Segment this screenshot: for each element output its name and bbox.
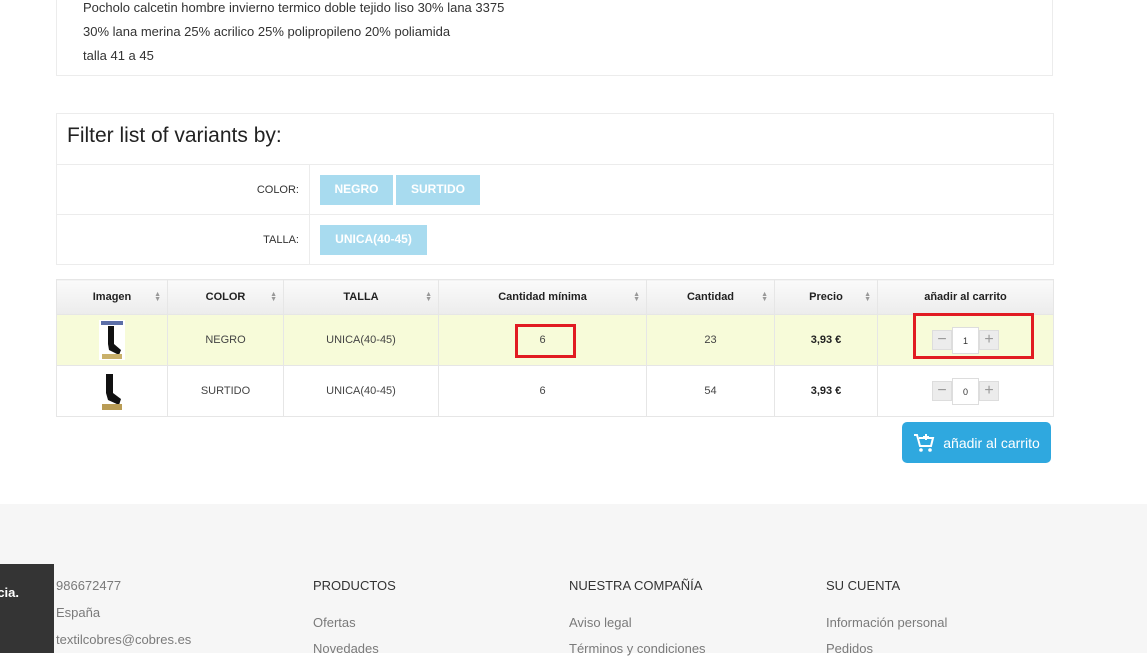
filter-talla-unica[interactable]: UNICA(40-45) xyxy=(320,225,427,255)
sock-thumbnail-image[interactable] xyxy=(99,371,125,411)
sort-icon[interactable]: ▲ ▼ xyxy=(425,291,432,303)
variant-precio: 3,93 € xyxy=(774,365,878,417)
sort-icon[interactable]: ▲ ▼ xyxy=(154,291,161,303)
sort-icon[interactable]: ▲ ▼ xyxy=(270,291,277,303)
increase-qty-button[interactable]: + xyxy=(979,381,999,401)
sort-icon[interactable]: ▲ ▼ xyxy=(633,291,640,303)
variant-cantidad-minima: 6 xyxy=(438,365,647,417)
cookie-text: cia. xyxy=(0,585,19,600)
variant-cantidad: 54 xyxy=(646,365,775,417)
sock-thumbnail-image[interactable] xyxy=(99,320,125,360)
contact-phone: 986672477 xyxy=(56,578,122,593)
footer-link-pedidos[interactable]: Pedidos xyxy=(826,641,873,656)
footer-heading: NUESTRA COMPAÑÍA xyxy=(569,578,703,593)
variant-filter: Filter list of variants by: COLOR: NEGRO… xyxy=(56,113,1054,265)
contact-email[interactable]: textilcobres@cobres.es xyxy=(56,632,191,647)
filter-color-negro[interactable]: NEGRO xyxy=(320,175,393,205)
footer-heading: PRODUCTOS xyxy=(313,578,396,593)
footer-link-ofertas[interactable]: Ofertas xyxy=(313,615,356,630)
cookie-banner: cia. xyxy=(0,564,54,653)
filter-row-talla: TALLA: UNICA(40-45) xyxy=(57,214,1053,265)
variant-image-cell xyxy=(56,314,168,366)
variant-cantidad: 23 xyxy=(646,314,775,366)
variant-talla: UNICA(40-45) xyxy=(283,314,439,366)
footer-link-informacion-personal[interactable]: Información personal xyxy=(826,615,947,630)
add-to-cart-label: añadir al carrito xyxy=(943,434,1040,451)
filter-row-color: COLOR: NEGRO SURTIDO xyxy=(57,164,1053,215)
sort-icon[interactable]: ▲ ▼ xyxy=(761,291,768,303)
filter-color-surtido[interactable]: SURTIDO xyxy=(396,175,480,205)
variant-talla: UNICA(40-45) xyxy=(283,365,439,417)
variant-qty-cell: − 0 + xyxy=(877,365,1054,417)
footer-link-novedades[interactable]: Novedades xyxy=(313,641,379,656)
filter-label-talla: TALLA: xyxy=(57,215,310,265)
footer: 986672477 España textilcobres@cobres.es … xyxy=(0,504,1147,656)
column-header-precio[interactable]: Precio ▲ ▼ xyxy=(774,279,878,315)
column-header-cantidad[interactable]: Cantidad ▲ ▼ xyxy=(646,279,775,315)
variant-color: SURTIDO xyxy=(167,365,284,417)
table-header-row: Imagen ▲ ▼ COLOR ▲ ▼ TALLA ▲ ▼ Cantidad mínima… xyxy=(56,279,1054,315)
column-header-talla[interactable]: TALLA ▲ ▼ xyxy=(283,279,439,315)
column-header-imagen[interactable]: Imagen ▲ ▼ xyxy=(56,279,168,315)
contact-country: España xyxy=(56,605,101,620)
product-description: Pocholo calcetin hombre invierno termico… xyxy=(56,0,1053,76)
column-header-color[interactable]: COLOR ▲ ▼ xyxy=(167,279,284,315)
sort-icon[interactable]: ▲ ▼ xyxy=(864,291,871,303)
variant-image-cell xyxy=(56,365,168,417)
cart-plus-icon xyxy=(914,433,935,452)
description-line: 30% lana merina 25% acrilico 25% polipro… xyxy=(83,24,451,39)
table-row: SURTIDO UNICA(40-45) 6 54 3,93 € − 0 + xyxy=(56,365,1054,417)
variant-color: NEGRO xyxy=(167,314,284,366)
filter-label-color: COLOR: xyxy=(57,165,310,215)
annotation-highlight-box xyxy=(515,324,576,358)
column-header-add-to-cart: añadir al carrito xyxy=(877,279,1054,315)
quantity-stepper: − 0 + xyxy=(932,377,999,405)
footer-link-terminos[interactable]: Términos y condiciones xyxy=(569,641,706,656)
column-header-cantidad-minima[interactable]: Cantidad mínima ▲ ▼ xyxy=(438,279,647,315)
decrease-qty-button[interactable]: − xyxy=(932,381,952,401)
quantity-input[interactable]: 0 xyxy=(952,377,979,405)
filter-title: Filter list of variants by: xyxy=(67,124,282,147)
footer-heading: SU CUENTA xyxy=(826,578,901,593)
description-line: talla 41 a 45 xyxy=(83,48,154,63)
variant-precio: 3,93 € xyxy=(774,314,878,366)
footer-link-aviso-legal[interactable]: Aviso legal xyxy=(569,615,632,630)
add-to-cart-button[interactable]: añadir al carrito xyxy=(902,422,1051,463)
annotation-highlight-box xyxy=(913,313,1034,359)
description-line: Pocholo calcetin hombre invierno termico… xyxy=(83,0,505,15)
